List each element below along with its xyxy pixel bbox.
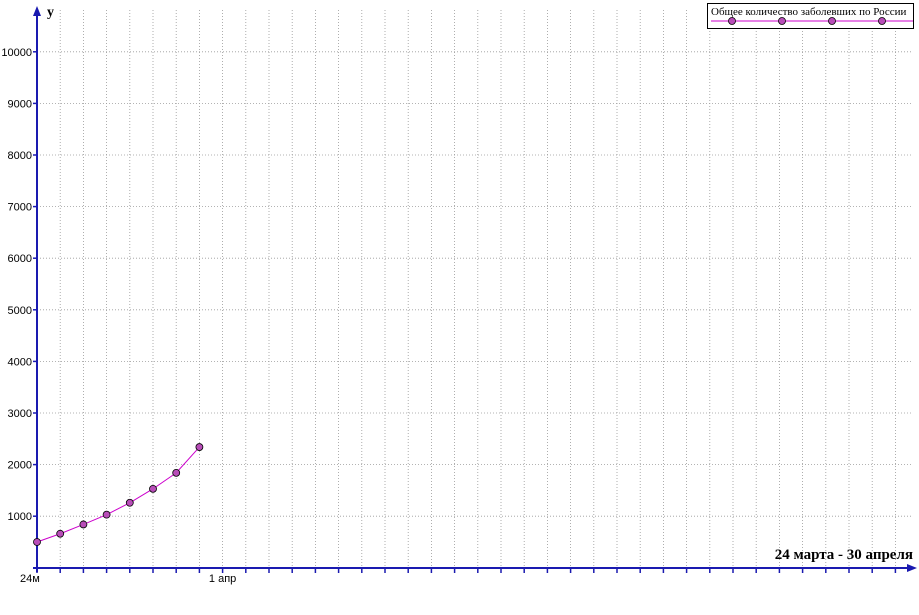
legend-marker [828,17,836,25]
legend-swatch [711,17,913,25]
data-point [79,520,88,529]
data-point [33,538,41,546]
y-tick-label: 6000 [8,253,32,265]
legend-marker [878,17,886,25]
series-lines [36,446,200,543]
data-point [56,529,65,538]
y-tick-label: 1000 [8,511,32,523]
x-tick-label: 1 апр [209,573,236,585]
data-point [195,443,204,451]
legend-marker [728,17,736,25]
legend: Общее количество заболевших по России [707,3,914,29]
legend-marker [778,17,786,25]
y-tick-label: 8000 [8,150,32,162]
y-tick-label: 4000 [8,356,32,368]
x-range-label: 24 марта - 30 апреля [775,547,913,563]
y-tick-label: 5000 [8,305,32,317]
y-tick-label: 3000 [8,408,32,420]
y-tick-label: 10000 [1,47,32,59]
x-axis-arrow [907,564,917,572]
data-point [125,498,134,507]
data-point [149,484,157,493]
axes [33,6,917,573]
y-axis-arrow [33,6,41,16]
x-tick-label: 24м [20,573,40,585]
y-tick-label: 9000 [8,98,32,110]
chart: 1000 2000 3000 4000 5000 6000 7000 8000 9000 1000… [1,5,917,585]
y-axis-label: y [47,5,54,20]
grid-lines [37,10,913,568]
data-points [33,443,204,546]
series-line [36,446,200,543]
data-point [102,510,111,519]
data-point [172,468,181,477]
y-tick-label: 7000 [8,202,32,214]
y-tick-label: 2000 [8,460,32,472]
